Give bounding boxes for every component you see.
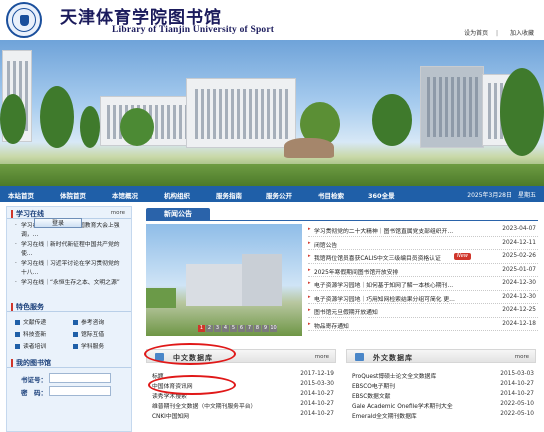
nav-home[interactable]: 本站首页	[8, 190, 34, 200]
login-button[interactable]: 登录	[34, 218, 82, 228]
news-row[interactable]: ▸ 电子资源学习园地｜如何基于知网了解一本核心期刊… 2024-12-30	[308, 277, 538, 291]
link-separator: |	[496, 30, 499, 37]
study-more-link[interactable]: more	[111, 210, 125, 216]
database-row[interactable]: Gale Academic Onefile学术期刊大全 2022-05-10	[346, 399, 536, 410]
study-item[interactable]: 学习在线｜习近平讨论在学习贯彻党的十八…	[15, 260, 125, 278]
slide-dot[interactable]: 7	[246, 325, 253, 332]
chinese-database-more-link[interactable]: more	[315, 354, 329, 360]
foreign-database-title: 外文数据库	[373, 354, 413, 362]
nav-service-public[interactable]: 服务公开	[266, 190, 292, 200]
featured-services-header: 特色服务	[7, 300, 131, 312]
slide-dot[interactable]: 5	[230, 325, 237, 332]
database-row[interactable]: EBSC数据文献 2014-10-27	[346, 389, 536, 400]
building-right	[420, 66, 484, 148]
database-row[interactable]: Emerald全文期刊数据库 2022-05-10	[346, 409, 536, 420]
annotation-circle	[144, 343, 236, 365]
news-row[interactable]: ▸ 电子资源学习园地｜巧用知网检索结果分组可简化 更… 2024-12-30	[308, 291, 538, 304]
site-title-en: Library of Tianjin University of Sport	[112, 25, 275, 35]
main-nav: 本站首页 体院首页 本馆概况 机构组织 服务指南 服务公开 书目检索 360全景…	[0, 186, 544, 202]
site-header: 天津体育学院图书馆 Library of Tianjin University …	[0, 0, 544, 40]
news-row[interactable]: ▸ 物品寄存通知 2024-12-18	[308, 318, 538, 331]
nav-organization[interactable]: 机构组织	[164, 190, 190, 200]
slide-dot[interactable]: 9	[262, 325, 269, 332]
campus-banner-image	[0, 40, 544, 186]
my-library-title: 我的图书馆	[16, 359, 51, 367]
university-seal-logo[interactable]	[6, 2, 42, 38]
set-homepage-link[interactable]: 设为首页	[464, 30, 488, 37]
slide-dot[interactable]: 10	[270, 325, 277, 332]
nav-university-home[interactable]: 体院首页	[60, 190, 86, 200]
nav-360-panorama[interactable]: 360全景	[368, 190, 395, 200]
service-subject[interactable]: 学科服务	[73, 341, 104, 350]
nav-about[interactable]: 本馆概况	[112, 190, 138, 200]
database-icon	[355, 353, 364, 361]
slide-dot[interactable]: 3	[214, 325, 221, 332]
database-row[interactable]: CNKI中国知网 2014-10-27	[146, 409, 336, 420]
top-links: 设为首页 | 加入收藏	[460, 28, 534, 37]
card-number-label: 书证号：	[21, 376, 47, 384]
service-document-delivery[interactable]: 文献传递	[15, 317, 46, 326]
featured-services-title: 特色服务	[16, 303, 44, 311]
news-row[interactable]: ▸ 图书馆元旦假期开放通知 2024-12-25	[308, 304, 538, 318]
add-favorite-link[interactable]: 加入收藏	[510, 30, 534, 37]
foreign-database-more-link[interactable]: more	[515, 354, 529, 360]
foreign-database-panel: 外文数据库 more ProQuest博硕士论文全文数据库 2015-03-03 …	[346, 349, 536, 432]
news-tab[interactable]: 新闻公告	[146, 208, 210, 220]
foreign-database-header: 外文数据库 more	[346, 349, 536, 363]
service-interlibrary-loan[interactable]: 馆际互借	[73, 329, 104, 338]
service-reference[interactable]: 参考咨询	[73, 317, 104, 326]
database-row[interactable]: ProQuest博硕士论文全文数据库 2015-03-03	[346, 369, 536, 380]
database-row[interactable]: EBSCO电子期刊 2014-10-27	[346, 379, 536, 390]
service-novelty-search[interactable]: 科技查新	[15, 329, 46, 338]
password-label: 密 码：	[21, 389, 47, 397]
slide-dot[interactable]: 2	[206, 325, 213, 332]
my-library-header: 我的图书馆	[7, 356, 131, 368]
nav-catalog-search[interactable]: 书目检索	[318, 190, 344, 200]
card-number-row: 书证号：	[7, 372, 131, 385]
database-row[interactable]: 维普期刊全文数据（中文期刊服务平台） 2014-10-27	[146, 399, 336, 410]
study-item[interactable]: 学习在线｜“永恒生存之本、文明之源”	[15, 279, 125, 288]
study-item[interactable]: 学习在线｜新时代新征程中国共产党的使…	[15, 241, 125, 259]
study-list: 学习在线｜习近平在全国教育大会上强调，… 学习在线｜新时代新征程中国共产党的使……	[7, 219, 131, 288]
news-row[interactable]: ▸ 学习贯彻党的二十大精神｜图书馆直属党支部组织开… 2023-04-07	[308, 223, 538, 237]
slide-dot[interactable]: 1	[198, 325, 205, 332]
featured-services-grid: 文献传递 参考咨询 科技查新 馆际互借 读者培训 学科服务	[7, 312, 131, 356]
news-list: ▸ 学习贯彻党的二十大精神｜图书馆直属党支部组织开… 2023-04-07 ▸ 闭馆公…	[308, 223, 538, 331]
left-sidebar: 学习在线 more 学习在线｜习近平在全国教育大会上强调，… 学习在线｜新时代新…	[6, 206, 132, 432]
slide-dot[interactable]: 4	[222, 325, 229, 332]
news-slideshow-image[interactable]: 1 2 3 4 5 6 7 8 9 10	[146, 224, 302, 336]
nav-service-guide[interactable]: 服务指南	[216, 190, 242, 200]
news-section: 新闻公告 1 2 3 4 5 6 7 8 9 10 ▸ 学习贯彻党的二十大精神｜图书馆直属党支部组织…	[146, 208, 538, 338]
password-row: 密 码：	[7, 385, 131, 398]
annotation-circle	[148, 375, 236, 395]
news-row[interactable]: ▸ 2025年寒假期间图书馆开放安排 2025-01-07	[308, 264, 538, 277]
card-number-input[interactable]	[49, 373, 111, 383]
slide-dot[interactable]: 8	[254, 325, 261, 332]
current-date: 2025年3月28日 星期五	[467, 192, 536, 199]
slide-dot[interactable]: 6	[238, 325, 245, 332]
library-building	[186, 78, 296, 148]
news-row[interactable]: ▸ 闭馆公告 2024-12-11	[308, 237, 538, 250]
news-row[interactable]: ▸ 我馆两位馆员喜获CALIS中文三级编目员资格认证 New 2025-02-26	[308, 250, 538, 264]
password-input[interactable]	[49, 386, 111, 396]
slideshow-pager: 1 2 3 4 5 6 7 8 9 10	[198, 324, 278, 332]
new-badge: New	[454, 253, 471, 260]
campus-stone	[284, 138, 334, 158]
service-training[interactable]: 读者培训	[15, 341, 46, 350]
